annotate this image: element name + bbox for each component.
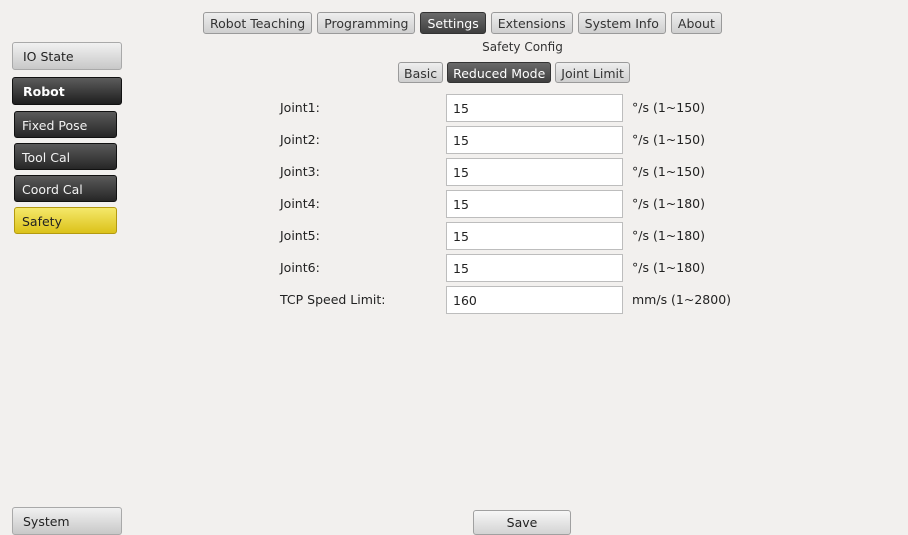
joint3-label: Joint3: <box>280 164 320 179</box>
tab-extensions[interactable]: Extensions <box>490 12 573 34</box>
joint1-label: Joint1: <box>280 100 320 115</box>
tab-system-info[interactable]: System Info <box>577 12 666 34</box>
subtab-joint-limit[interactable]: Joint Limit <box>555 62 630 83</box>
tab-programming[interactable]: Programming <box>317 12 416 34</box>
joint6-row: Joint6: °/s (1~180) <box>0 254 908 282</box>
joint3-speed-input[interactable] <box>446 158 623 186</box>
joint6-label: Joint6: <box>280 260 320 275</box>
sub-tab-bar: Basic Reduced Mode Joint Limit <box>398 62 630 83</box>
save-button[interactable]: Save <box>473 510 571 535</box>
joint4-unit: °/s (1~180) <box>632 196 705 211</box>
sidebar-system-button[interactable]: System <box>12 507 122 535</box>
joint6-speed-input[interactable] <box>446 254 623 282</box>
section-title: Safety Config <box>482 40 563 54</box>
joint3-row: Joint3: °/s (1~150) <box>0 158 908 186</box>
joint5-speed-input[interactable] <box>446 222 623 250</box>
tab-settings[interactable]: Settings <box>420 12 486 34</box>
joint2-row: Joint2: °/s (1~150) <box>0 126 908 154</box>
joint5-unit: °/s (1~180) <box>632 228 705 243</box>
subtab-basic[interactable]: Basic <box>398 62 444 83</box>
joint4-label: Joint4: <box>280 196 320 211</box>
joint1-speed-input[interactable] <box>446 94 623 122</box>
joint3-unit: °/s (1~150) <box>632 164 705 179</box>
joint2-speed-input[interactable] <box>446 126 623 154</box>
tcp-speed-row: TCP Speed Limit: mm/s (1~2800) <box>0 286 908 314</box>
sidebar-io-state-button[interactable]: IO State <box>12 42 122 70</box>
top-tab-bar: Robot Teaching Programming Settings Exte… <box>203 12 722 34</box>
joint6-unit: °/s (1~180) <box>632 260 705 275</box>
tab-robot-teaching[interactable]: Robot Teaching <box>203 12 313 34</box>
joint5-row: Joint5: °/s (1~180) <box>0 222 908 250</box>
joint1-unit: °/s (1~150) <box>632 100 705 115</box>
safety-config-screen: Robot Teaching Programming Settings Exte… <box>0 0 908 535</box>
joint4-speed-input[interactable] <box>446 190 623 218</box>
tcp-speed-label: TCP Speed Limit: <box>280 292 386 307</box>
joint4-row: Joint4: °/s (1~180) <box>0 190 908 218</box>
joint2-unit: °/s (1~150) <box>632 132 705 147</box>
joint5-label: Joint5: <box>280 228 320 243</box>
tcp-speed-input[interactable] <box>446 286 623 314</box>
subtab-reduced-mode[interactable]: Reduced Mode <box>447 62 552 83</box>
joint1-row: Joint1: °/s (1~150) <box>0 94 908 122</box>
tcp-speed-unit: mm/s (1~2800) <box>632 292 732 307</box>
tab-about[interactable]: About <box>670 12 722 34</box>
joint2-label: Joint2: <box>280 132 320 147</box>
